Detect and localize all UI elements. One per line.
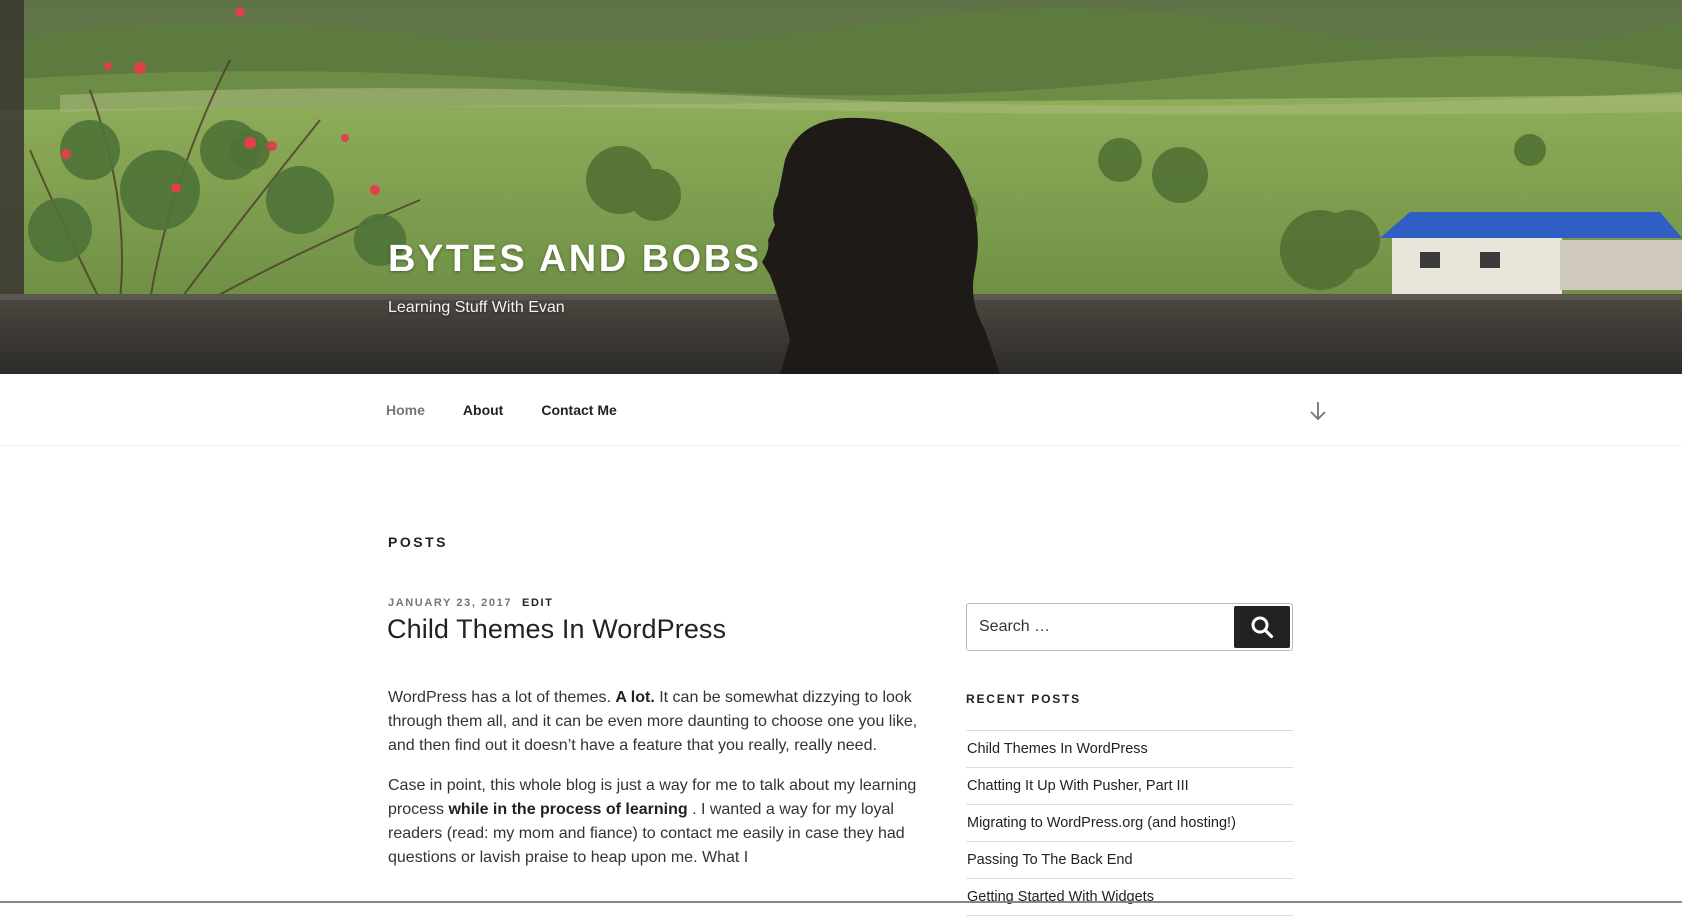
post-paragraph: WordPress has a lot of themes. A lot. It… [388, 686, 918, 758]
page-title: Posts [388, 534, 448, 550]
search-icon [1251, 616, 1274, 639]
site-branding: Bytes and Bobs Learning Stuff With Evan [388, 238, 762, 317]
arrow-down-icon[interactable] [1308, 400, 1328, 422]
nav-item-about[interactable]: About [463, 402, 503, 418]
nav-menu: Home About Contact Me [386, 374, 655, 446]
post-paragraph: Case in point, this whole blog is just a… [388, 774, 918, 870]
post-date-link[interactable]: January 23, 2017 [388, 597, 512, 609]
entry-meta: January 23, 2017 Edit [388, 597, 554, 609]
edit-link[interactable]: Edit [522, 597, 553, 609]
recent-post-link[interactable]: Passing To The Back End [966, 842, 1293, 879]
bold-text: while in the process of learning [448, 801, 688, 818]
search-button[interactable] [1234, 606, 1290, 648]
post-title-link[interactable]: Child Themes In WordPress [387, 614, 726, 645]
text-span: WordPress has a lot of themes. [388, 689, 616, 706]
post-content: WordPress has a lot of themes. A lot. It… [388, 686, 918, 886]
bold-text: A lot. [615, 689, 655, 706]
recent-post-link[interactable]: Child Themes In WordPress [966, 731, 1293, 768]
recent-post-link[interactable]: Getting Started With Widgets [966, 879, 1293, 916]
site-description: Learning Stuff With Evan [388, 299, 565, 316]
main-navigation: Home About Contact Me [0, 374, 1682, 446]
nav-item-contact-me[interactable]: Contact Me [541, 402, 616, 418]
nav-item-home[interactable]: Home [386, 402, 425, 418]
recent-post-link[interactable]: Chatting It Up With Pusher, Part III [966, 768, 1293, 805]
header-hero-image: Bytes and Bobs Learning Stuff With Evan [0, 0, 1682, 374]
search-input[interactable] [967, 604, 1235, 650]
recent-posts-title: Recent Posts [966, 692, 1081, 706]
recent-posts-list: Child Themes In WordPress Chatting It Up… [966, 730, 1293, 916]
recent-post-link[interactable]: Migrating to WordPress.org (and hosting!… [966, 805, 1293, 842]
site-title[interactable]: Bytes and Bobs [388, 238, 762, 281]
search-form [966, 603, 1293, 651]
landscape-photo [0, 0, 1682, 374]
